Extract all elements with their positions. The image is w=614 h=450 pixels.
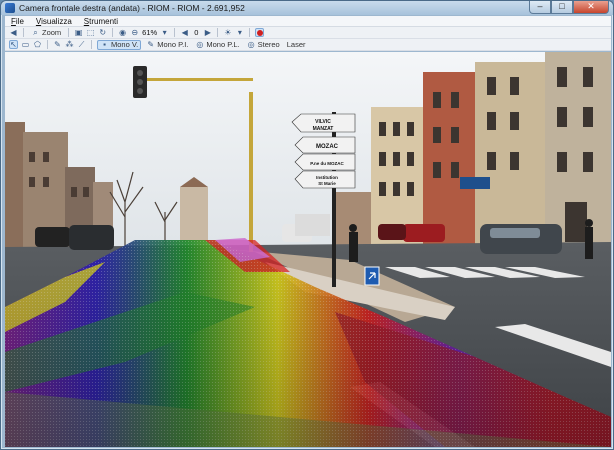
measure-icon[interactable]: ✎ xyxy=(53,40,62,49)
menu-visualizza[interactable]: Visualizza xyxy=(30,17,78,26)
menu-file[interactable]: File xyxy=(5,17,30,26)
mode-label: Stereo xyxy=(257,40,280,49)
fit-image-icon[interactable]: ▣ xyxy=(74,28,83,37)
next-frame-icon[interactable]: ▶ xyxy=(203,28,212,37)
brightness-icon[interactable]: ☀ xyxy=(223,28,232,37)
rectangle-tool-icon[interactable]: ▭ xyxy=(21,40,30,49)
mode-label: Mono V. xyxy=(111,40,139,49)
toolbar-separator xyxy=(68,28,70,37)
toolbar-separator xyxy=(112,28,114,37)
menu-strumenti[interactable]: Strumenti xyxy=(78,17,124,26)
toolbar-separator xyxy=(249,28,251,37)
toolbar-separator xyxy=(23,28,24,37)
zoom-label: Zoom xyxy=(42,28,62,37)
mode-laser-button[interactable]: Laser xyxy=(285,40,308,50)
polygon-tool-icon[interactable]: ⬠ xyxy=(33,40,42,49)
mode-mono-pi-button[interactable]: ✎ Mono P.I. xyxy=(144,40,190,50)
close-button[interactable]: ✕ xyxy=(573,1,609,14)
stereo-icon: ◎ xyxy=(247,40,255,49)
mode-stereo-button[interactable]: ◎ Stereo xyxy=(245,40,282,50)
minimize-button[interactable]: – xyxy=(529,1,551,14)
mode-toolbar: ↖ ▭ ⬠ ✎ ⁂ ⟋ ▪ Mono V. ✎ Mono P.I. ◎ Mono… xyxy=(5,39,611,51)
sign-pne-mozac: P.ne du MOZAC xyxy=(310,161,344,166)
mode-label: Mono P.L. xyxy=(206,40,240,49)
frame-counter[interactable]: 0 xyxy=(192,28,200,37)
mode-label: Laser xyxy=(286,40,306,49)
main-toolbar: ◀ ⌕ Zoom ▣ ⬚ ↻ ◉ ⊖ 61% ▾ ◀ 0 ▶ ☀ ▾ xyxy=(5,27,611,39)
chevron-down-icon[interactable]: ▾ xyxy=(235,28,244,37)
zoom-out-icon[interactable]: ⊖ xyxy=(130,28,139,37)
maximize-button[interactable]: □ xyxy=(551,1,573,14)
street-scene-image: VILVIC MANZAT MOZAC P.ne du MOZAC Instit… xyxy=(5,52,611,447)
camera-icon: ▪ xyxy=(103,40,106,49)
toolbar-separator xyxy=(217,28,219,37)
toolbar-separator xyxy=(47,40,48,49)
sign-vilvic: VILVIC xyxy=(315,119,331,125)
camera-app-icon xyxy=(5,3,15,13)
points-icon[interactable]: ⁂ xyxy=(65,40,74,49)
application-window: Camera frontale destra (andata) - RIOM -… xyxy=(0,0,614,450)
lens-icon[interactable]: ◉ xyxy=(118,28,127,37)
line-tool-icon[interactable]: ⟋ xyxy=(77,40,86,49)
chevron-down-icon[interactable]: ▾ xyxy=(160,28,169,37)
sign-manzat: MANZAT xyxy=(313,126,334,132)
pointer-icon[interactable]: ↖ xyxy=(9,40,18,49)
zoom-button[interactable]: ⌕ Zoom xyxy=(29,28,63,38)
window-controls: – □ ✕ xyxy=(529,1,609,14)
sign-mozac: MOZAC xyxy=(316,144,339,150)
title-bar: Camera frontale destra (andata) - RIOM -… xyxy=(1,1,613,15)
window-title: Camera frontale destra (andata) - RIOM -… xyxy=(19,3,245,13)
toolbar-separator xyxy=(91,40,92,49)
crop-icon[interactable]: ⬚ xyxy=(86,28,95,37)
record-icon xyxy=(256,29,263,36)
zoom-value[interactable]: 61% xyxy=(142,28,157,37)
sign-st-marie: St Marie xyxy=(318,181,336,186)
mode-mono-v-button[interactable]: ▪ Mono V. xyxy=(97,39,142,50)
magnifier-icon: ⌕ xyxy=(33,27,38,37)
camera-image-viewport[interactable]: VILVIC MANZAT MOZAC P.ne du MOZAC Instit… xyxy=(5,52,611,447)
toolbar-separator xyxy=(174,28,176,37)
back-arrow-icon[interactable]: ◀ xyxy=(9,28,18,37)
menu-bar: File Visualizza Strumenti xyxy=(5,16,611,27)
mode-mono-pl-button[interactable]: ◎ Mono P.L. xyxy=(193,40,241,50)
camera-icon: ◎ xyxy=(196,40,204,49)
rotate-icon[interactable]: ↻ xyxy=(98,28,107,37)
sign-institution: Institution xyxy=(316,175,338,180)
mode-label: Mono P.I. xyxy=(157,40,189,49)
pencil-icon: ✎ xyxy=(147,40,155,49)
record-button[interactable] xyxy=(255,28,265,37)
previous-frame-icon[interactable]: ◀ xyxy=(180,28,189,37)
